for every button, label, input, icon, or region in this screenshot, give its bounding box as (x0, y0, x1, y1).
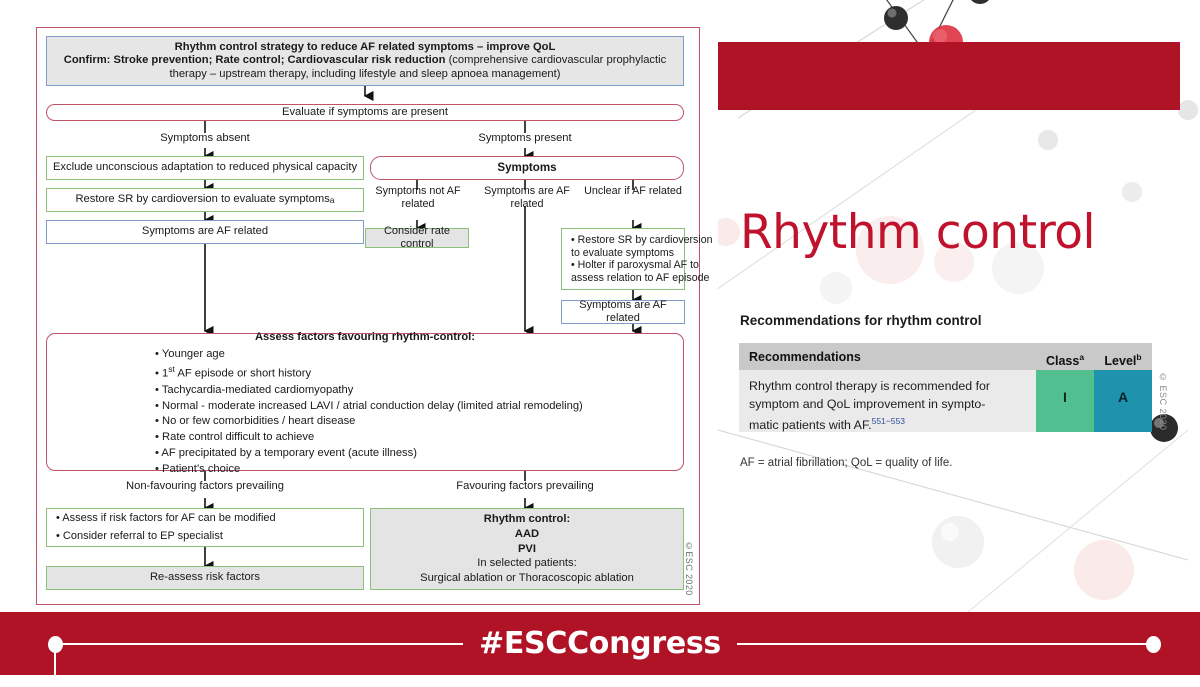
rhythm-control-title: Rhythm control: (483, 513, 571, 526)
list-item: • Holter if paroxysmal AF to (571, 259, 699, 271)
list-item: • Restore SR by cardioversion (571, 234, 713, 246)
rhythm-control-selected: In selected patients: (477, 557, 577, 570)
page-title: Rhythm control (740, 205, 1096, 260)
flowchart: Rhythm control strategy to reduce AF rel… (37, 28, 713, 606)
red-accent-bar (718, 42, 1180, 110)
list-item: • AF precipitated by a temporary event (… (155, 447, 417, 460)
rhythm-control-box: Rhythm control: AAD PVI In selected pati… (370, 508, 684, 590)
reassess-risk-factors-box: Re-assess risk factors (46, 566, 364, 590)
class-badge: I (1036, 370, 1094, 432)
table-row: Rhythm control therapy is recommended fo… (739, 370, 1153, 432)
rhythm-control-aad: AAD (514, 527, 540, 540)
esc-copyright-right: © ESC 2020 (1158, 372, 1168, 431)
column-header-level: Levelb (1094, 343, 1152, 370)
level-badge: A (1094, 370, 1152, 432)
list-item: • Tachycardia-mediated cardiomyopathy (155, 383, 354, 396)
column-header-recommendations: Recommendations (739, 343, 1036, 370)
flowchart-panel: Rhythm control strategy to reduce AF rel… (36, 27, 713, 606)
banner-hashtag: #ESCCongress (0, 626, 1200, 661)
reference-citation: 551−553 (871, 416, 905, 426)
list-item: • Consider referral to EP specialist (56, 529, 223, 542)
rhythm-control-pvi: PVI (517, 542, 537, 555)
label-non-favouring: Non-favouring factors prevailing (126, 480, 284, 492)
right-panel: Rhythm control Recommendations for rhyth… (718, 0, 1200, 612)
header-line-1: Rhythm control strategy to reduce AF rel… (174, 41, 556, 54)
label-favouring: Favouring factors prevailing (456, 480, 594, 492)
non-favouring-actions-box: • Assess if risk factors for AF can be m… (46, 508, 364, 547)
unclear-actions-list: • Restore SR by cardioversion to evaluat… (562, 234, 713, 284)
af-related-left-box: Symptoms are AF related (46, 220, 364, 244)
assess-factors-box: Assess factors favouring rhythm-control:… (46, 330, 684, 475)
list-item: to evaluate symptoms (571, 246, 675, 259)
symptoms-box: Symptoms (370, 156, 684, 180)
column-header-class: Classa (1036, 343, 1094, 370)
label-symptoms-are-af: Symptoms are AF related (484, 185, 570, 210)
af-related-right-box: Symptoms are AF related (561, 299, 685, 324)
header-box: Rhythm control strategy to reduce AF rel… (46, 36, 684, 86)
esc-copyright-flowchart: ©ESC 2020 (684, 541, 694, 596)
slide: Rhythm control Recommendations for rhyth… (0, 0, 1200, 687)
list-item: • Normal - moderate increased LAVI / atr… (155, 399, 583, 412)
bottom-banner: #ESCCongress (0, 612, 1200, 687)
restore-sr-left-box: Restore SR by cardioversion to evaluate … (46, 188, 364, 212)
unclear-actions-box: • Restore SR by cardioversion to evaluat… (561, 228, 713, 290)
footnote-marker-a: a (329, 194, 335, 205)
list-item: • No or few comorbidities / heart diseas… (155, 415, 356, 428)
header-line-2: Confirm: Stroke prevention; Rate control… (63, 54, 667, 67)
header-line-3: therapy – upstream therapy, including li… (169, 67, 561, 80)
non-favouring-list: • Assess if risk factors for AF can be m… (47, 510, 363, 544)
label-symptoms-absent: Symptoms absent (160, 132, 250, 144)
evaluate-box: Evaluate if symptoms are present (46, 104, 684, 121)
recommendation-text: Rhythm control therapy is recommended fo… (739, 370, 1036, 432)
list-item: • 1st AF episode or short history (155, 364, 312, 380)
consider-rate-control-box: Consider rate control (365, 225, 469, 250)
rhythm-control-surgical: Surgical ablation or Thoracoscopic ablat… (420, 572, 634, 585)
list-item: • Younger age (155, 348, 225, 361)
assess-factors-list: • Younger age • 1st AF episode or short … (47, 347, 683, 478)
level-footnote-marker: b (1136, 352, 1142, 362)
exclude-adaptation-box: Exclude unconscious adaptation to reduce… (46, 156, 364, 180)
list-item: • Assess if risk factors for AF can be m… (56, 512, 276, 525)
label-unclear-if-af: Unclear if AF related (584, 185, 682, 197)
class-footnote-marker: a (1079, 352, 1085, 362)
label-symptoms-present: Symptoms present (478, 132, 572, 144)
label-symptoms-not-af: Symptoms not AF related (375, 185, 461, 210)
list-item: • Patient’s choice (155, 463, 241, 476)
list-item: • Rate control difficult to achieve (155, 431, 315, 444)
list-item: assess relation to AF episode (571, 271, 710, 284)
recommendations-heading: Recommendations for rhythm control (740, 313, 982, 328)
assess-factors-title: Assess factors favouring rhythm-control: (254, 330, 476, 343)
table-footnote: AF = atrial fibrillation; QoL = quality … (740, 457, 953, 469)
table-header-row: Recommendations Classa Levelb (739, 343, 1153, 370)
recommendations-table: Recommendations Classa Levelb Rhythm con… (739, 343, 1153, 432)
